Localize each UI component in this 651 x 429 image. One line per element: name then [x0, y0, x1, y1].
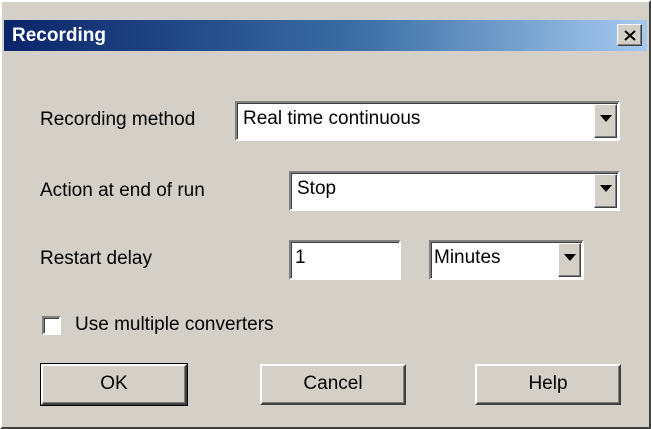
cancel-button[interactable]: Cancel	[260, 364, 406, 405]
close-icon	[624, 30, 636, 41]
recording-method-label: Recording method	[40, 109, 196, 130]
restart-delay-unit-value: Minutes	[434, 247, 501, 268]
recording-method-select[interactable]: Real time continuous	[235, 101, 620, 141]
help-button[interactable]: Help	[475, 364, 621, 405]
restart-delay-label: Restart delay	[40, 248, 152, 269]
action-end-value: Stop	[297, 178, 337, 199]
restart-delay-unit-dropdown-button[interactable]	[558, 243, 581, 277]
multiple-converters-label: Use multiple converters	[75, 314, 274, 335]
recording-dialog: Recording Recording method Real time con…	[0, 0, 651, 429]
action-end-label: Action at end of run	[40, 180, 205, 201]
action-end-select[interactable]: Stop	[289, 171, 620, 211]
chevron-down-icon	[564, 254, 576, 261]
multiple-converters-checkbox[interactable]	[42, 316, 61, 335]
window-title: Recording	[12, 25, 106, 46]
recording-method-value: Real time continuous	[243, 108, 421, 129]
close-button[interactable]	[617, 24, 642, 46]
chevron-down-icon	[600, 185, 612, 192]
restart-delay-input[interactable]: 1	[289, 240, 401, 280]
title-bar: Recording	[4, 20, 647, 51]
restart-delay-unit-select[interactable]: Minutes	[429, 240, 584, 280]
action-end-dropdown-button[interactable]	[594, 174, 617, 208]
chevron-down-icon	[600, 115, 612, 122]
ok-button[interactable]: OK	[40, 363, 188, 406]
recording-method-dropdown-button[interactable]	[594, 104, 617, 138]
